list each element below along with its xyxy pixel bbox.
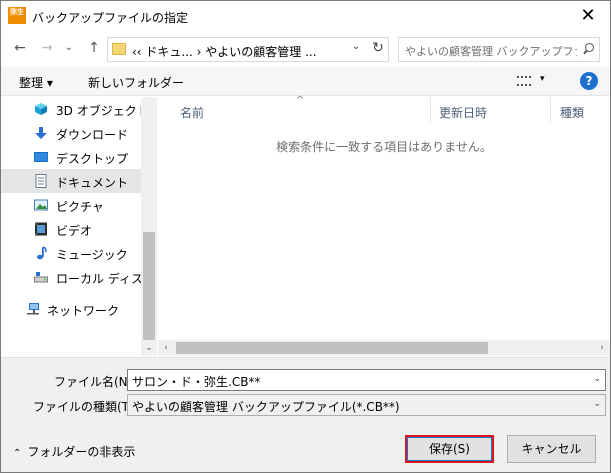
hide-folders-button[interactable]: ⌃ フォルダーの非表示: [13, 443, 135, 460]
column-header-type[interactable]: 種類: [560, 97, 584, 123]
sidebar-item-label: ビデオ: [56, 224, 93, 238]
save-button[interactable]: 保存(S): [405, 435, 494, 463]
new-folder-button[interactable]: 新しいフォルダー: [88, 74, 184, 91]
sidebar-item-label: ダウンロード: [56, 128, 129, 142]
filetype-select[interactable]: やよいの顧客管理 バックアップファイル(*.CB**) ⌄: [127, 394, 606, 416]
command-bar: 整理 ▾ 新しいフォルダー ▾ ?: [1, 67, 610, 96]
sidebar-item-music[interactable]: ミュージック: [1, 241, 141, 265]
sidebar-item-label: ネットワーク: [47, 304, 120, 318]
navigation-bar: ← → ⌄ ↑ ‹‹ ドキュ... › やよいの顧客管理 ... ⌄ ↻ やよい…: [1, 32, 610, 66]
nav-pane-scrollbar[interactable]: ⌄: [141, 97, 157, 356]
disk-drive-icon: [34, 272, 48, 283]
sidebar-item-label: ピクチャ: [56, 200, 104, 214]
search-input[interactable]: やよいの顧客管理 バックアップファ...: [405, 43, 577, 59]
dialog-title: バックアップファイルの指定: [32, 11, 189, 25]
back-button[interactable]: ←: [10, 38, 30, 58]
sidebar-item-network[interactable]: ネットワーク: [1, 297, 141, 321]
column-header-name[interactable]: 名前: [180, 97, 204, 123]
refresh-icon[interactable]: ↻: [368, 40, 388, 56]
download-arrow-icon: [35, 127, 47, 139]
music-note-icon: [37, 246, 47, 260]
sidebar-item-pictures[interactable]: ピクチャ: [1, 193, 141, 217]
organize-button[interactable]: 整理 ▾: [19, 74, 53, 91]
video-icon: [35, 222, 47, 236]
view-dropdown-icon[interactable]: ▾: [540, 74, 545, 84]
network-icon: [27, 303, 39, 315]
filetype-value[interactable]: やよいの顧客管理 バックアップファイル(*.CB**): [132, 398, 400, 415]
document-icon: [35, 174, 47, 188]
cancel-button[interactable]: キャンセル: [507, 435, 596, 463]
desktop-icon: [34, 152, 48, 162]
filename-value[interactable]: サロン・ド・弥生.CB**: [132, 373, 260, 390]
search-icon[interactable]: [582, 43, 594, 55]
sidebar-item-label: ドキュメント: [56, 176, 129, 190]
file-list: 名前 ^ 更新日時 種類 検索条件に一致する項目はありません。 ‹ ›: [158, 95, 610, 356]
cube-3d-icon: [35, 103, 47, 115]
sidebar-item-desktop[interactable]: デスクトップ: [1, 145, 141, 169]
empty-results-message: 検索条件に一致する項目はありません。: [276, 140, 492, 154]
close-button[interactable]: ✕: [574, 3, 602, 29]
address-dropdown-icon[interactable]: ⌄: [348, 41, 364, 52]
title-bar: 弥生 バックアップファイルの指定 ✕: [1, 1, 610, 32]
hide-folders-label: フォルダーの非表示: [27, 445, 136, 459]
sort-ascending-icon: ^: [296, 95, 305, 106]
forward-button[interactable]: →: [37, 38, 57, 58]
sidebar-item-videos[interactable]: ビデオ: [1, 217, 141, 241]
save-dialog: 弥生 バックアップファイルの指定 ✕ ← → ⌄ ↑ ‹‹ ドキュ... › や…: [0, 0, 611, 473]
scroll-right-arrow-icon[interactable]: ›: [594, 340, 610, 356]
folder-icon: [112, 43, 126, 55]
view-options-icon[interactable]: [517, 76, 531, 86]
filename-label: ファイル名(N):: [54, 375, 137, 389]
navigation-pane: 3D オブジェクト ダウンロード デスクトップ ドキュメント ピクチャ ビデオ …: [1, 97, 172, 356]
filename-field[interactable]: サロン・ド・弥生.CB** ⌄: [127, 369, 606, 391]
sidebar-item-label: デスクトップ: [56, 152, 129, 166]
help-icon[interactable]: ?: [580, 72, 598, 90]
address-path[interactable]: ‹‹ ドキュ... › やよいの顧客管理 ...: [132, 43, 317, 60]
recent-locations-button[interactable]: ⌄: [59, 38, 79, 58]
file-list-horizontal-scrollbar[interactable]: ‹ ›: [158, 340, 610, 356]
column-divider[interactable]: [550, 97, 551, 123]
sidebar-item-label: ミュージック: [56, 248, 128, 262]
sidebar-item-3d-objects[interactable]: 3D オブジェクト: [1, 97, 149, 121]
sidebar-item-local-disk[interactable]: ローカル ディスク (C: [1, 265, 172, 289]
filetype-label: ファイルの種類(T):: [33, 400, 138, 414]
yayoi-app-icon: 弥生: [8, 7, 26, 24]
chevron-down-icon[interactable]: ⌄: [593, 374, 601, 384]
chevron-up-icon: ⌃: [13, 448, 22, 459]
scroll-down-arrow-icon[interactable]: ⌄: [141, 340, 157, 356]
pictures-icon: [34, 199, 48, 211]
search-box[interactable]: やよいの顧客管理 バックアップファ...: [398, 37, 600, 62]
chevron-down-icon[interactable]: ⌄: [593, 399, 601, 409]
sidebar-item-documents[interactable]: ドキュメント: [1, 169, 141, 193]
scrollbar-thumb[interactable]: [143, 232, 155, 340]
scrollbar-thumb[interactable]: [176, 342, 488, 354]
column-divider[interactable]: [430, 97, 431, 123]
column-header-modified[interactable]: 更新日時: [439, 97, 487, 123]
up-button[interactable]: ↑: [84, 38, 104, 58]
sidebar-item-downloads[interactable]: ダウンロード: [1, 121, 141, 145]
sidebar-item-label: 3D オブジェクト: [56, 104, 149, 118]
save-form: ファイル名(N): サロン・ド・弥生.CB** ⌄ ファイルの種類(T): やよ…: [1, 357, 610, 472]
scroll-left-arrow-icon[interactable]: ‹: [158, 340, 174, 356]
address-bar[interactable]: ‹‹ ドキュ... › やよいの顧客管理 ... ⌄ ↻: [107, 37, 389, 62]
